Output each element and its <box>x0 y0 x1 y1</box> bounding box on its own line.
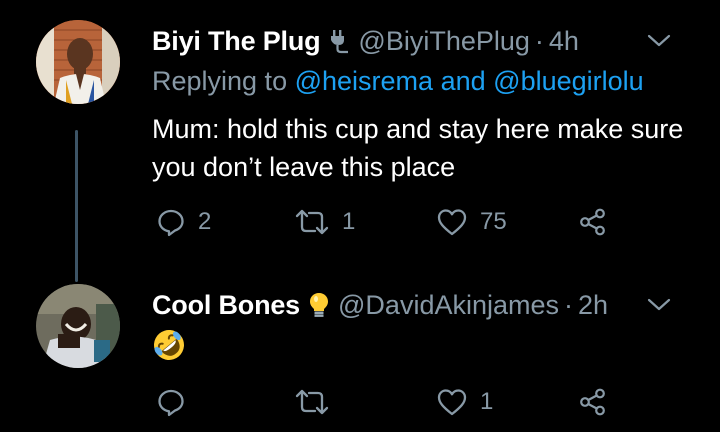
author-handle[interactable]: @DavidAkinjames <box>338 288 559 322</box>
retweet-icon <box>294 387 330 417</box>
author-handle[interactable]: @BiyiThePlug <box>358 24 529 58</box>
avatar[interactable] <box>36 20 120 104</box>
author-name[interactable]: Cool Bones <box>152 288 300 322</box>
timestamp[interactable]: 2h <box>578 288 608 322</box>
replying-to: Replying to @heisrema and @bluegirlolu <box>152 64 644 98</box>
avatar[interactable] <box>36 284 120 368</box>
retweet-icon <box>294 207 330 237</box>
tweet-header: Cool Bones @DavidAkinjames · 2h <box>152 288 700 322</box>
retweet-button[interactable] <box>294 382 342 422</box>
retweet-count: 1 <box>342 208 356 235</box>
mention-link[interactable]: @heisrema <box>295 66 433 96</box>
tweet-biyi[interactable]: Biyi The Plug @BiyiThePlug · 4h Replying… <box>0 0 720 282</box>
avatar-image <box>36 20 120 104</box>
like-button[interactable]: 1 <box>436 382 493 422</box>
mention-link[interactable]: @bluegirlolu <box>493 66 644 96</box>
like-button[interactable]: 75 <box>436 202 507 242</box>
share-button[interactable] <box>578 382 620 422</box>
timestamp[interactable]: 4h <box>549 24 579 58</box>
retweet-button[interactable]: 1 <box>294 202 355 242</box>
separator-dot: · <box>534 26 544 56</box>
reply-icon <box>156 387 186 417</box>
heart-icon <box>436 207 468 237</box>
reply-icon <box>156 207 186 237</box>
chevron-down-icon[interactable] <box>644 290 674 320</box>
mention-joiner[interactable]: and <box>441 66 486 96</box>
like-count: 1 <box>480 388 494 415</box>
heart-icon <box>436 387 468 417</box>
tweet-text: Mum: hold this cup and stay here make su… <box>152 114 684 182</box>
share-icon <box>578 387 608 417</box>
chevron-down-icon[interactable] <box>644 26 674 56</box>
reply-button[interactable] <box>156 382 198 422</box>
reply-button[interactable]: 2 <box>156 202 211 242</box>
lightbulb-icon <box>308 291 330 319</box>
share-icon <box>578 207 608 237</box>
rolling-on-floor-laughing-emoji <box>152 328 186 362</box>
share-button[interactable] <box>578 202 620 242</box>
replying-prefix: Replying to <box>152 66 288 96</box>
author-name[interactable]: Biyi The Plug <box>152 24 321 58</box>
avatar-image <box>36 284 120 368</box>
reply-count: 2 <box>198 208 212 235</box>
plug-icon <box>328 28 350 54</box>
separator-dot: · <box>564 290 573 320</box>
tweet-cool-bones[interactable]: Cool Bones @DavidAkinjames · 2h 1 <box>0 282 720 432</box>
like-count: 75 <box>480 208 507 235</box>
tweet-actions: 2 1 75 <box>152 202 672 242</box>
tweet-actions: 1 <box>152 382 672 422</box>
tweet-header: Biyi The Plug @BiyiThePlug · 4h <box>152 24 700 58</box>
